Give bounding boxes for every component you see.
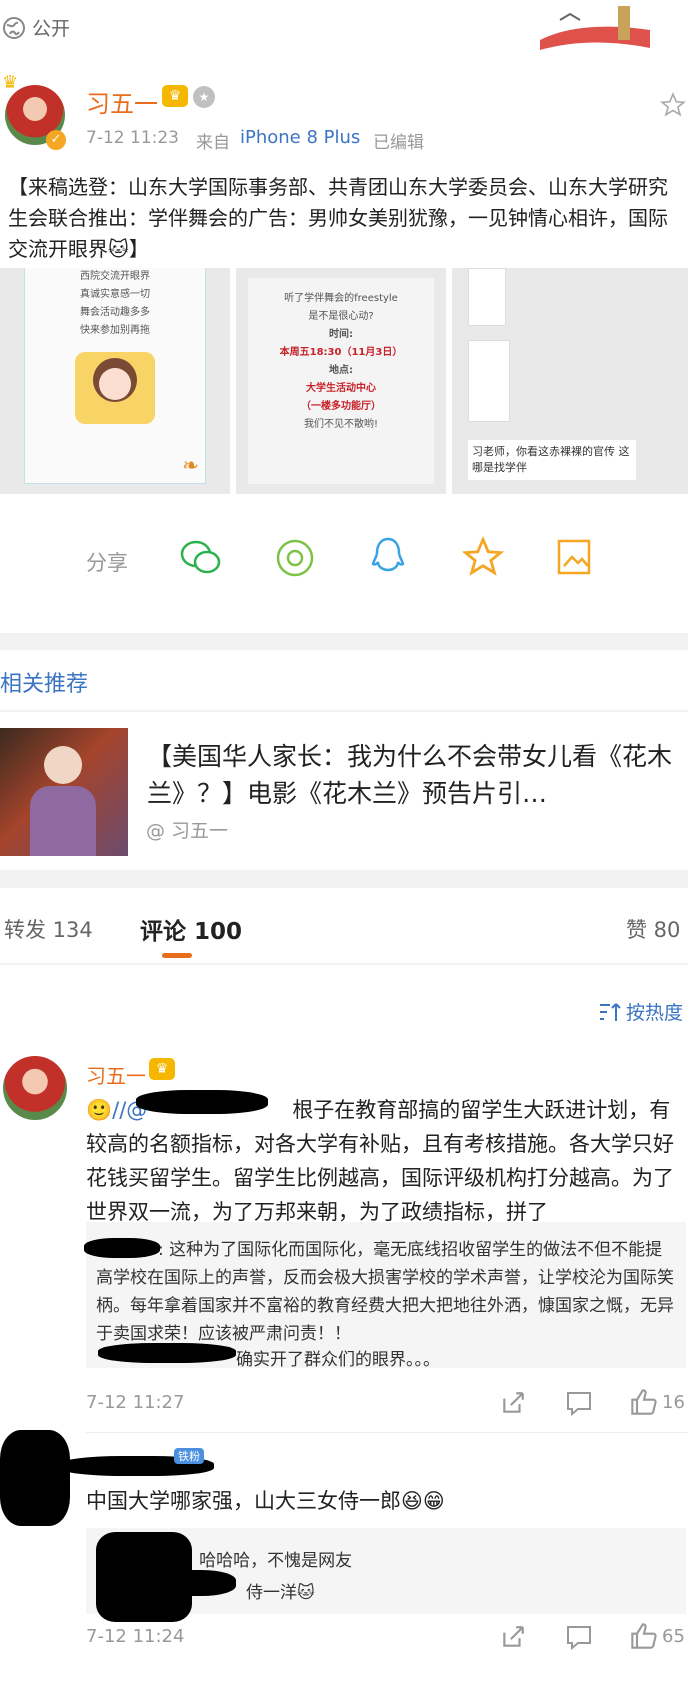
vip-badge-icon: ♛ xyxy=(162,85,188,107)
image2-line-6: 大学生活动中心 xyxy=(306,383,376,394)
wechat-icon[interactable] xyxy=(179,538,223,578)
comment-avatar[interactable] xyxy=(3,1056,67,1120)
post-image-3[interactable]: 习老师，你看这赤裸裸的官传 这哪是找学伴 xyxy=(452,268,688,494)
redaction-scribble xyxy=(84,1238,160,1258)
image3-caption: 习老师，你看这赤裸裸的官传 这哪是找学伴 xyxy=(468,440,636,480)
related-author[interactable]: @ 习五一 xyxy=(146,816,228,843)
comment-icon[interactable] xyxy=(565,1624,593,1650)
related-divider xyxy=(0,710,688,712)
qq-icon[interactable] xyxy=(370,536,406,578)
image2-line-5: 地点: xyxy=(329,365,353,376)
redaction-scribble xyxy=(0,1430,70,1526)
comment-2-text: 中国大学哪家强，山大三女侍一郎😆😁 xyxy=(86,1489,445,1513)
image2-line-7: （一楼多功能厅） xyxy=(301,401,381,412)
post-author[interactable]: 习五一 xyxy=(86,84,158,119)
comment-author[interactable]: 习五一 xyxy=(86,1060,146,1089)
comment-time: 7-12 11:27 xyxy=(86,1392,185,1413)
redaction-scribble xyxy=(98,1343,236,1363)
thumbs-up-icon xyxy=(631,1389,657,1415)
favorite-icon[interactable] xyxy=(462,536,504,578)
visibility-label[interactable]: 公开 xyxy=(32,14,70,41)
edited-label[interactable]: 已编辑 xyxy=(373,128,424,153)
like-count: 16 xyxy=(662,1391,685,1413)
comment-time: 7-12 11:24 xyxy=(86,1626,185,1647)
source-prefix: 来自 xyxy=(196,133,230,153)
verified-badge-icon: ✓ xyxy=(46,130,66,150)
comment-divider xyxy=(86,1432,688,1433)
reply-1-text: : 这种为了国际化而国际化，毫无底线招收留学生的做法不但不能提高学校在国际上的声… xyxy=(96,1240,674,1344)
vip-badge-icon: ♛ xyxy=(149,1058,175,1080)
like-button[interactable]: 16 xyxy=(630,1388,685,1416)
reply-2-text: 确实开了群众们的眼界。。。 xyxy=(236,1350,440,1370)
reply-2-text: 侍一洋🐱 xyxy=(246,1583,315,1603)
reply-1-text: : 哈哈哈，不愧是网友 xyxy=(188,1551,353,1571)
image2-line-1: 听了学伴舞会的freestyle xyxy=(284,293,398,304)
post-image-2[interactable]: 听了学伴舞会的freestyle 是不是很心动? 时间: 本周五18:30（11… xyxy=(236,268,446,494)
tab-likes[interactable]: 赞 80 xyxy=(626,914,680,944)
post-time: 7-12 11:23 xyxy=(86,128,179,148)
repost-icon[interactable] xyxy=(500,1624,526,1650)
thumbs-up-icon xyxy=(631,1623,657,1649)
image1-line-1: 西院交流开眼界 xyxy=(80,271,150,282)
top-bar: 公开 xyxy=(0,0,688,58)
comment-icon[interactable] xyxy=(565,1390,593,1416)
image2-line-4: 本周五18:30（11月3日） xyxy=(279,347,403,358)
reply-1: : 这种为了国际化而国际化，毫无底线招收留学生的做法不但不能提高学校在国际上的声… xyxy=(96,1236,678,1348)
favorite-star-icon[interactable] xyxy=(660,92,686,118)
redaction-scribble xyxy=(150,1570,236,1596)
image1-line-4: 快来参加别再拖 xyxy=(80,325,150,336)
like-count: 65 xyxy=(662,1625,685,1647)
image2-line-8: 我们不见不散哟! xyxy=(303,419,378,430)
related-heading: 相关推荐 xyxy=(0,672,89,697)
related-thumbnail[interactable] xyxy=(0,728,128,856)
comment-body: 根子在教育部搞的留学生大跃进计划，有较高的名额指标，对各大学有补贴，且有考核措施… xyxy=(86,1098,674,1224)
image1-line-2: 真诚实意感一切 xyxy=(80,289,150,300)
sort-icon xyxy=(600,1002,621,1021)
medal-icon: ★ xyxy=(193,86,215,108)
source-device-link[interactable]: iPhone 8 Plus xyxy=(240,127,360,148)
related-title[interactable]: 【美国华人家长：我为什么不会带女儿看《花木兰》？】电影《花木兰》预告片引… xyxy=(147,738,677,812)
sort-label: 按热度 xyxy=(626,1002,684,1024)
save-image-icon[interactable] xyxy=(556,538,596,578)
fan-badge: 铁粉 xyxy=(174,1448,204,1464)
image1-line-3: 舞会活动趣多多 xyxy=(80,307,150,318)
image2-line-3: 时间: xyxy=(329,329,353,340)
post-content: 【来稿选登：山东大学国际事务部、共青团山东大学委员会、山东大学研究生会联合推出：… xyxy=(8,175,668,261)
repost-icon[interactable] xyxy=(500,1390,526,1416)
share-label: 分享 xyxy=(86,551,128,575)
redaction-scribble xyxy=(136,1090,268,1114)
tab-repost[interactable]: 转发 134 xyxy=(4,914,93,944)
post-image-1[interactable]: 西院交流开眼界 真诚实意感一切 舞会活动趣多多 快来参加别再拖 ❧ xyxy=(0,268,230,494)
crown-icon: ♛ xyxy=(2,72,19,93)
sort-button[interactable]: 按热度 xyxy=(598,998,683,1025)
globe-icon xyxy=(3,17,25,39)
cartoon-sticker-icon xyxy=(75,352,155,424)
banner-decoration-icon xyxy=(540,6,650,50)
leaf-icon: ❧ xyxy=(182,453,199,477)
image2-line-2: 是不是很心动? xyxy=(308,311,374,322)
tab-active-indicator xyxy=(162,953,192,958)
like-button[interactable]: 65 xyxy=(630,1622,685,1650)
tabs-bar xyxy=(0,888,688,963)
tab-comments[interactable]: 评论 100 xyxy=(140,912,242,946)
moments-icon[interactable] xyxy=(275,538,315,578)
